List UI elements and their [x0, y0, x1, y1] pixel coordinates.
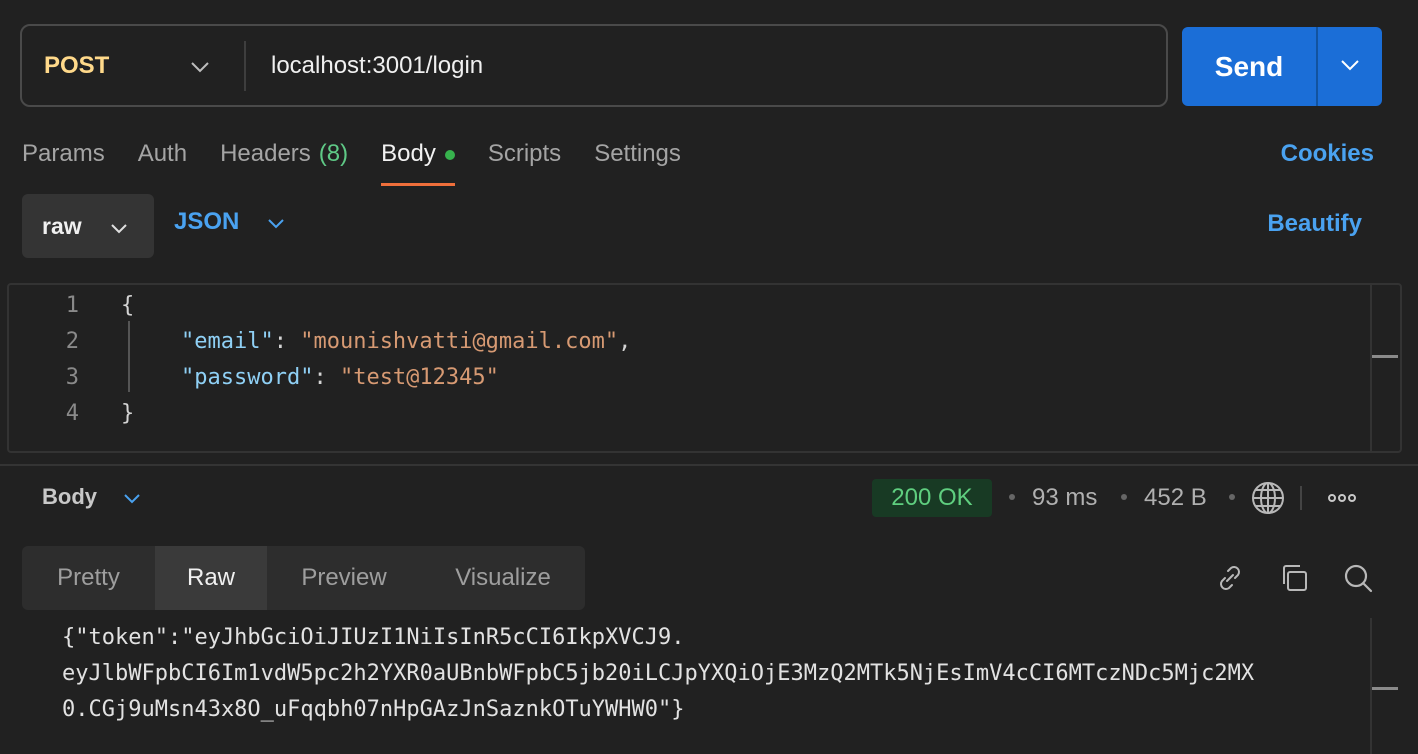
- modified-dot-icon: [444, 150, 455, 160]
- tab-scripts[interactable]: Scripts: [488, 130, 561, 186]
- body-mode-select[interactable]: raw: [22, 194, 154, 258]
- line-number: 4: [65, 400, 79, 426]
- headers-count: (8): [318, 140, 349, 167]
- tab-headers[interactable]: Headers (8): [220, 130, 348, 186]
- pane-divider[interactable]: [0, 464, 1418, 466]
- code-text: "email": "mounishvatti@gmail.com",: [181, 328, 632, 354]
- code-line: 3 "password": "test@12345": [9, 359, 1369, 395]
- code-text: {: [121, 292, 135, 318]
- tab-preview[interactable]: Preview: [267, 546, 421, 610]
- link-icon[interactable]: [1212, 560, 1248, 596]
- request-body-editor[interactable]: 1 { 2 "email": "mounishvatti@gmail.com",…: [7, 283, 1402, 453]
- editor-scrollbar[interactable]: [1370, 285, 1400, 451]
- chevron-down-icon: [190, 52, 210, 80]
- tab-body[interactable]: Body: [381, 130, 455, 186]
- response-line: {"token":"eyJhbGciOiJIUzI1NiIsInR5cCI6Ik…: [62, 625, 685, 650]
- chevron-down-icon: [267, 208, 285, 236]
- tab-params[interactable]: Params: [22, 130, 105, 186]
- copy-icon[interactable]: [1276, 560, 1312, 596]
- line-number: 1: [65, 292, 79, 318]
- chevron-down-icon: [123, 484, 141, 510]
- code-text: }: [121, 400, 135, 426]
- chevron-down-icon: [1340, 58, 1360, 76]
- response-section-select[interactable]: Body: [42, 484, 141, 510]
- response-time[interactable]: 93 ms: [1032, 484, 1097, 512]
- url-input[interactable]: [246, 26, 1166, 105]
- request-tabs: Params Auth Headers (8) Body Scripts Set…: [22, 130, 714, 186]
- meta-separator: [1121, 494, 1127, 500]
- code-line: 4 }: [9, 395, 1369, 431]
- response-line: 0.CGj9uMsn43x8O_uFqqbh07nHpGAzJnSaznkOTu…: [62, 697, 685, 722]
- tab-settings[interactable]: Settings: [594, 130, 681, 186]
- send-options-button[interactable]: [1318, 27, 1382, 106]
- code-line: 2 "email": "mounishvatti@gmail.com",: [9, 323, 1369, 359]
- method-select[interactable]: POST: [22, 26, 244, 105]
- beautify-button[interactable]: Beautify: [1267, 210, 1362, 238]
- more-options-icon[interactable]: [1324, 480, 1360, 516]
- response-size[interactable]: 452 B: [1144, 484, 1207, 512]
- tab-auth[interactable]: Auth: [138, 130, 187, 186]
- response-line: eyJlbWFpbCI6Im1vdW5pc2h2YXR0aUBnbWFpbC5j…: [62, 661, 1255, 686]
- status-badge[interactable]: 200 OK: [872, 479, 992, 517]
- tab-visualize[interactable]: Visualize: [421, 546, 585, 610]
- response-body[interactable]: {"token":"eyJhbGciOiJIUzI1NiIsInR5cCI6Ik…: [62, 620, 1362, 728]
- scrollbar-thumb[interactable]: [1372, 355, 1398, 358]
- response-view-tabs: Pretty Raw Preview Visualize: [22, 546, 585, 610]
- code-text: "password": "test@12345": [181, 364, 499, 390]
- url-bar: POST: [20, 24, 1168, 107]
- send-button-group: Send: [1182, 27, 1382, 106]
- globe-icon[interactable]: [1250, 480, 1286, 516]
- body-format-label: JSON: [174, 208, 240, 235]
- line-number: 3: [65, 364, 79, 390]
- chevron-down-icon: [110, 213, 128, 240]
- tab-pretty[interactable]: Pretty: [22, 546, 155, 610]
- line-number: 2: [65, 328, 79, 354]
- send-button[interactable]: Send: [1182, 27, 1316, 106]
- response-scrollbar[interactable]: [1370, 618, 1400, 754]
- body-mode-label: raw: [42, 212, 82, 239]
- search-icon[interactable]: [1340, 560, 1376, 596]
- tab-raw[interactable]: Raw: [155, 546, 267, 610]
- scrollbar-thumb[interactable]: [1372, 687, 1398, 690]
- header-separator: [1300, 486, 1302, 510]
- response-section-label: Body: [42, 484, 97, 509]
- cookies-link[interactable]: Cookies: [1281, 140, 1374, 168]
- method-label: POST: [44, 51, 110, 79]
- indent-guide: [128, 321, 130, 392]
- meta-separator: [1009, 494, 1015, 500]
- code-line: 1 {: [9, 287, 1369, 323]
- body-format-select[interactable]: JSON: [174, 208, 285, 236]
- meta-separator: [1229, 494, 1235, 500]
